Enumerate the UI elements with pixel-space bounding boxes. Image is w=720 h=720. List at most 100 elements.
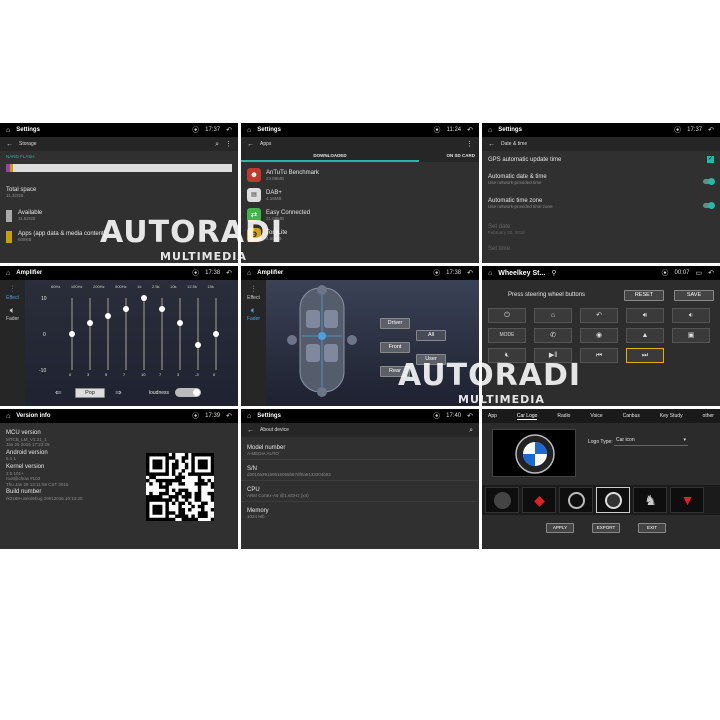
eq-band-slider[interactable]: 7: [159, 298, 165, 377]
arrow-back-icon[interactable]: ←: [6, 141, 13, 148]
navigation-key-icon[interactable]: ▲: [626, 328, 664, 343]
home-key-icon[interactable]: ⌂: [534, 308, 572, 323]
prev-preset-icon[interactable]: ⇐: [55, 388, 62, 397]
home-icon[interactable]: ⌂: [6, 270, 10, 277]
play-pause-key-icon[interactable]: ▶‖: [534, 348, 572, 363]
logo-item-opel[interactable]: [596, 487, 630, 513]
tab-radio[interactable]: Radio: [557, 413, 570, 419]
eq-band-knob[interactable]: [159, 305, 165, 312]
back-icon[interactable]: ↶: [467, 413, 473, 420]
radio-key-icon[interactable]: ▣: [672, 328, 710, 343]
arrow-back-icon[interactable]: ←: [247, 141, 254, 148]
home-icon[interactable]: ⌂: [6, 413, 10, 420]
app-item-antutu[interactable]: ☻ AnTuTu Benchmark 23.89MB: [241, 165, 479, 185]
sidebar-item-fader[interactable]: 🔈︎ Fader: [0, 301, 25, 322]
next-track-key-icon[interactable]: ⏭: [626, 348, 664, 363]
eq-band-slider[interactable]: 5: [105, 298, 111, 377]
tab-voice[interactable]: Voice: [590, 413, 602, 419]
mute-key-icon[interactable]: 🔇︎: [488, 348, 526, 363]
eq-band-slider[interactable]: 3: [177, 298, 183, 377]
call-key-icon[interactable]: ✆: [534, 328, 572, 343]
gps-update-row[interactable]: GPS automatic update time ✓: [482, 151, 720, 171]
back-icon[interactable]: ↶: [467, 270, 473, 277]
mode-key[interactable]: MODE: [488, 328, 526, 343]
eq-band-slider[interactable]: 7: [123, 298, 129, 377]
memory-row[interactable]: Memory 1024 Mb: [241, 502, 479, 522]
reset-button[interactable]: RESET: [624, 290, 664, 301]
eq-band-knob[interactable]: [177, 320, 183, 327]
apply-button[interactable]: APPLY: [546, 523, 574, 533]
back-icon[interactable]: ↶: [226, 413, 232, 420]
auto-date-row[interactable]: Automatic date & time Use network-provid…: [482, 171, 720, 195]
sidebar-item-effect[interactable]: ⫶ Effect: [0, 280, 25, 301]
volume-up-key-icon[interactable]: 🔊︎: [626, 308, 664, 323]
apps-item[interactable]: Apps (app data & media content) 608KB: [0, 228, 238, 246]
home-icon[interactable]: ⌂: [488, 270, 492, 277]
back-icon[interactable]: ↶: [226, 270, 232, 277]
back-icon[interactable]: ↶: [226, 127, 232, 134]
eq-band-knob[interactable]: [69, 331, 75, 337]
logo-item-generic[interactable]: [485, 487, 519, 513]
sidebar-item-fader[interactable]: 🔈︎ Fader: [241, 301, 266, 322]
logo-item-peugeot[interactable]: ♞: [633, 487, 667, 513]
app-item-easy-connected[interactable]: ⇄ Easy Connected 21.08MB: [241, 205, 479, 225]
home-icon[interactable]: ⌂: [488, 127, 492, 134]
search-icon[interactable]: ⌕: [469, 427, 473, 434]
tab-app[interactable]: App: [488, 413, 497, 419]
tab-key-study[interactable]: Key Study: [660, 413, 683, 419]
eq-band-slider[interactable]: 3: [87, 298, 93, 377]
save-button[interactable]: SAVE: [674, 290, 714, 301]
eq-band-knob[interactable]: [105, 313, 111, 319]
all-button[interactable]: All: [416, 330, 446, 341]
back-key-icon[interactable]: ↶: [580, 308, 618, 323]
available-item[interactable]: Available 11.52GB: [0, 207, 238, 225]
auto-date-toggle[interactable]: [703, 178, 715, 185]
app-item-torque[interactable]: ⚙ TorqLite 4.60MB: [241, 225, 479, 245]
total-space-item[interactable]: Total space 11.32GB: [0, 184, 238, 201]
tab-car-logo[interactable]: Car Logo: [516, 413, 538, 420]
user-button[interactable]: User: [416, 354, 446, 365]
eq-band-knob[interactable]: [213, 331, 219, 337]
eq-band-slider[interactable]: 10: [141, 295, 147, 377]
home-icon[interactable]: ⌂: [247, 127, 251, 134]
gps-checkbox[interactable]: ✓: [707, 156, 714, 163]
tab-sd-card[interactable]: ON SD CARD: [419, 151, 479, 162]
car-seat-diagram[interactable]: [278, 280, 368, 406]
tab-canbus[interactable]: Canbus: [623, 413, 640, 419]
tab-downloaded[interactable]: DOWNLOADED: [241, 151, 419, 162]
sidebar-item-effect[interactable]: ⫶ Effect: [241, 280, 266, 301]
logo-item-mitsubishi[interactable]: ◆: [522, 487, 556, 513]
arrow-back-icon[interactable]: ←: [488, 141, 495, 148]
sn-row[interactable]: S/N d3010a39150516065b57df0a5133304b52: [241, 460, 479, 481]
eq-band-slider[interactable]: 0: [213, 298, 219, 377]
eq-band-knob[interactable]: [123, 305, 129, 312]
tab-other[interactable]: other: [703, 413, 714, 419]
home-icon[interactable]: ⌂: [6, 127, 10, 134]
home-icon[interactable]: ⌂: [247, 413, 251, 420]
model-row[interactable]: Model number A-MEDIA AUTO: [241, 437, 479, 460]
previous-track-key-icon[interactable]: ⏮: [580, 348, 618, 363]
export-button[interactable]: EXPORT: [592, 523, 620, 533]
eq-band-slider[interactable]: -3: [195, 298, 201, 377]
recent-apps-icon[interactable]: ▭: [696, 270, 703, 277]
loudness-toggle[interactable]: [175, 388, 201, 397]
search-icon[interactable]: ⌕: [215, 141, 219, 148]
home-icon[interactable]: ⌂: [247, 270, 251, 277]
back-icon[interactable]: ↶: [467, 127, 473, 134]
next-preset-icon[interactable]: ⇒: [115, 388, 122, 397]
back-icon[interactable]: ↶: [708, 127, 714, 134]
exit-button[interactable]: EXIT: [638, 523, 666, 533]
auto-zone-toggle[interactable]: [703, 202, 715, 209]
logo-item-nissan[interactable]: [559, 487, 593, 513]
cpu-row[interactable]: CPU ARM Cortex-A9 @1.6GHz (x4): [241, 481, 479, 502]
overflow-menu-icon[interactable]: ⋮: [466, 141, 473, 148]
eq-band-knob[interactable]: [87, 320, 93, 327]
eq-band-knob[interactable]: [141, 295, 147, 301]
power-key-icon[interactable]: ⏻: [488, 308, 526, 323]
arrow-back-icon[interactable]: ←: [247, 427, 254, 434]
back-icon[interactable]: ↶: [708, 270, 714, 277]
eq-band-slider[interactable]: 0: [69, 298, 75, 377]
app-item-dab[interactable]: ▤ DAB+ 4.15MB: [241, 185, 479, 205]
volume-down-key-icon[interactable]: 🔉︎: [672, 308, 710, 323]
front-button[interactable]: Front: [380, 342, 410, 353]
